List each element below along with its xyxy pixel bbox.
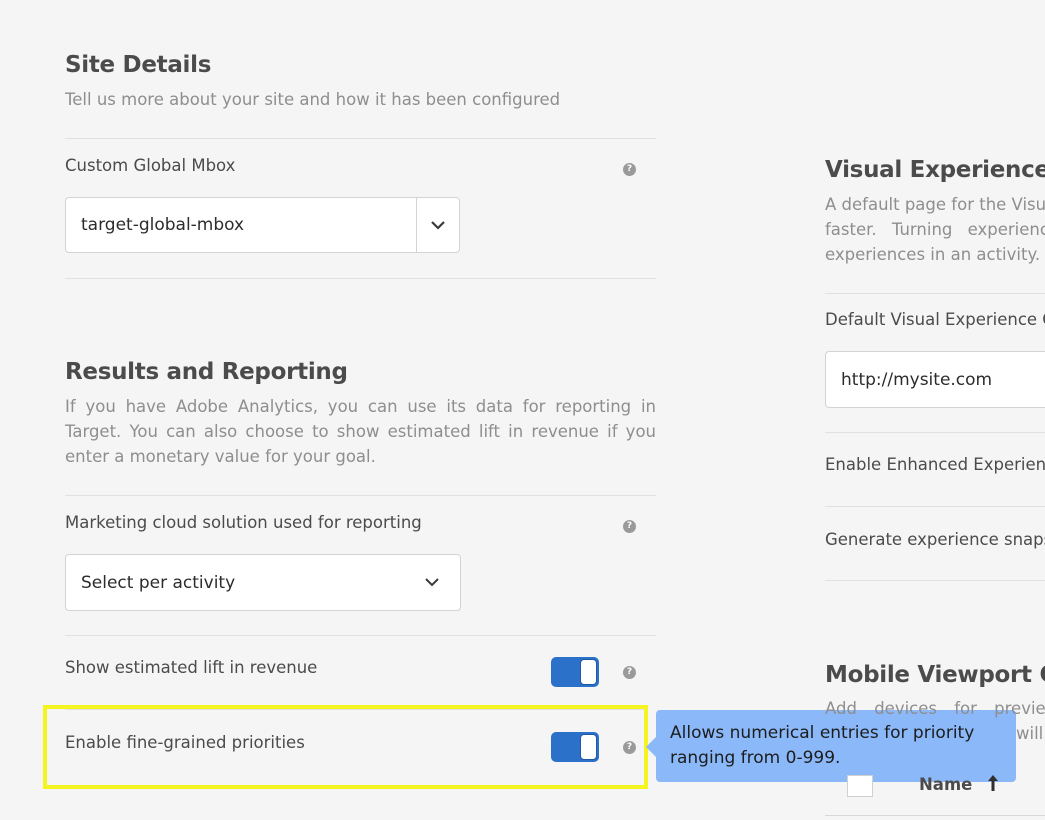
visual-experience-desc-line-2: faster. Turning experience [825,220,1045,239]
question-circle-icon[interactable]: ? [623,741,636,754]
divider [65,495,656,496]
default-url-label: Default Visual Experience Co [825,310,1045,329]
custom-mbox-input[interactable]: target-global-mbox [81,215,244,235]
fine-grained-toggle[interactable] [551,732,599,762]
custom-mbox-dropdown-button[interactable] [417,198,459,252]
custom-mbox-combobox[interactable]: target-global-mbox [65,197,460,253]
divider [65,709,644,710]
visual-experience-desc-line-3: experiences in an activity. [825,245,1041,264]
select-all-checkbox[interactable] [847,775,873,797]
results-reporting-description: If you have Adobe Analytics, you can use… [65,397,656,466]
site-details-title: Site Details [65,52,212,78]
custom-mbox-label: Custom Global Mbox [65,156,236,175]
question-circle-icon[interactable]: ? [623,163,636,176]
snapshot-label: Generate experience snapsh [825,530,1045,549]
question-circle-icon[interactable]: ? [623,520,636,533]
site-details-description: Tell us more about your site and how it … [65,90,561,109]
marketing-cloud-select[interactable]: Select per activity [65,554,461,611]
marketing-cloud-label: Marketing cloud solution used for report… [65,513,422,532]
divider [65,635,656,636]
sort-arrow-icon[interactable] [987,774,999,792]
divider [825,580,1045,581]
chevron-down-icon [431,221,445,230]
mobile-viewport-desc-line-2: will [1016,724,1044,743]
results-reporting-title: Results and Reporting [65,359,348,385]
visual-experience-desc-line-1: A default page for the Visu [825,195,1045,214]
fine-grained-label: Enable fine-grained priorities [65,733,305,752]
divider [825,506,1045,507]
name-column-header[interactable]: Name [919,775,972,794]
divider [65,278,656,279]
divider [825,815,1045,816]
divider [65,138,656,139]
divider [825,293,1045,294]
estimated-lift-label: Show estimated lift in revenue [65,658,318,677]
estimated-lift-toggle[interactable] [551,657,599,687]
chevron-down-icon [425,578,439,587]
divider [825,432,1045,433]
default-url-value: http://mysite.com [841,370,993,390]
toggle-knob [580,734,597,760]
marketing-cloud-selected-value: Select per activity [81,573,236,593]
default-url-input[interactable]: http://mysite.com [825,351,1045,408]
toggle-knob [580,659,597,685]
visual-experience-title: Visual Experience Co [825,157,1045,183]
mobile-viewport-desc-line-1: Add devices for previe [825,699,1045,718]
mobile-viewport-title: Mobile Viewport Con [825,662,1045,688]
enhanced-experience-label: Enable Enhanced Experience [825,455,1045,474]
question-circle-icon[interactable]: ? [623,666,636,679]
